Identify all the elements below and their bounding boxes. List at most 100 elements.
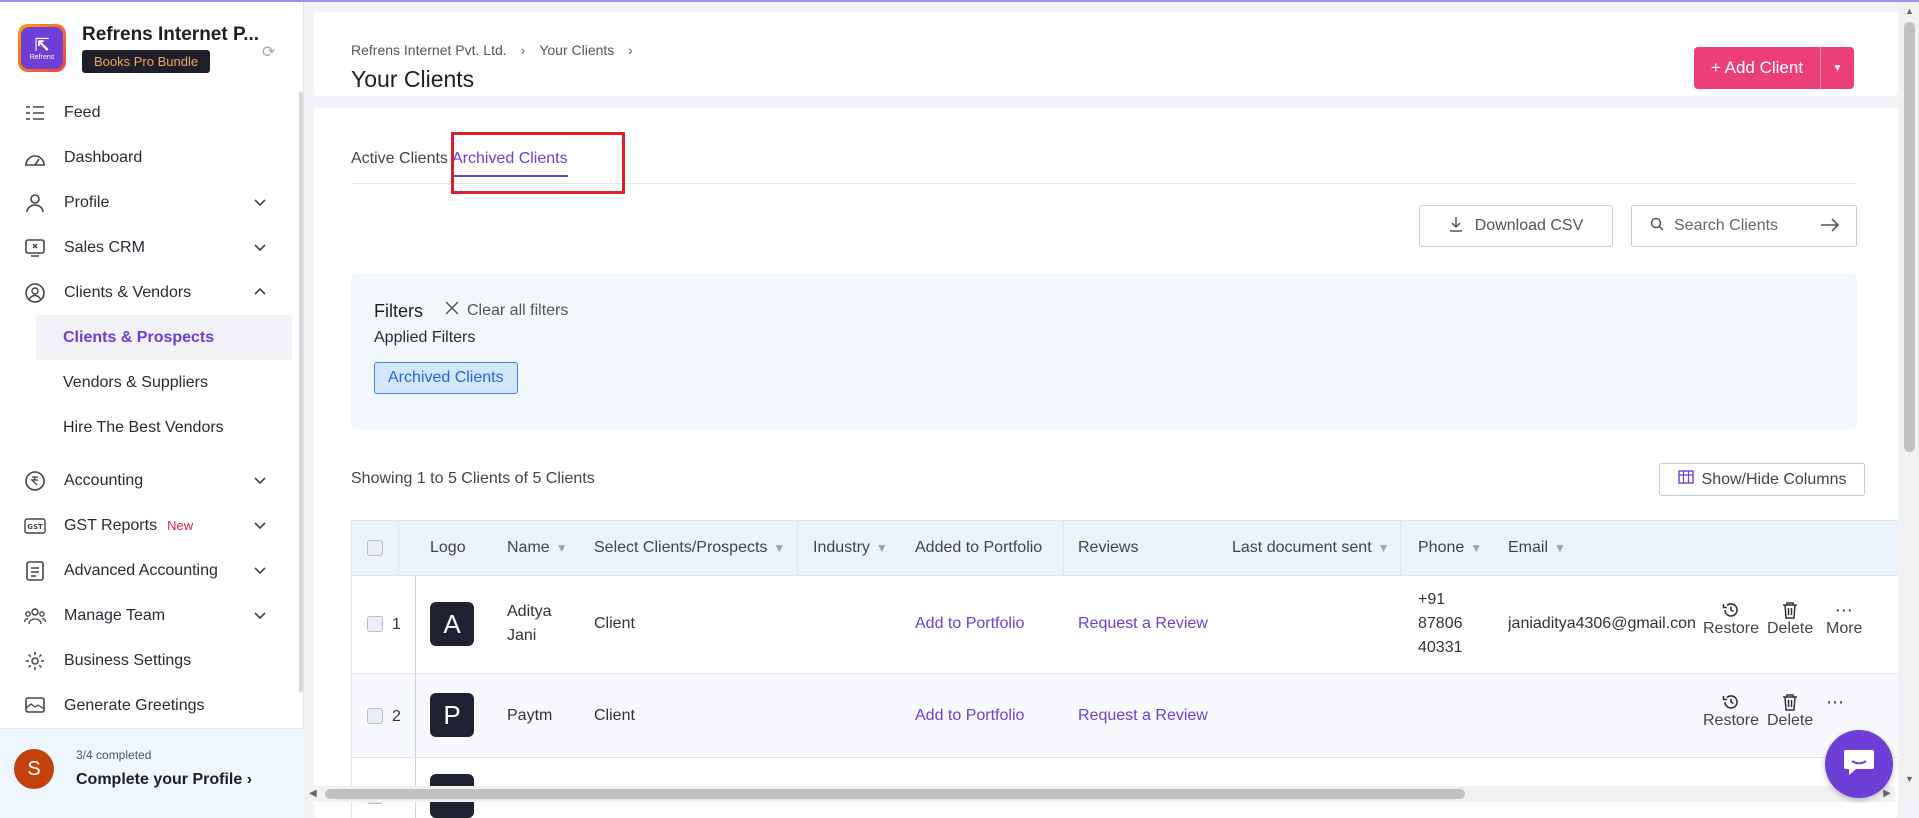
sidebar-item-accounting[interactable]: Accounting <box>0 458 292 503</box>
sidebar-nav: Feed Dashboard Profile Sales CRM Clients… <box>0 90 292 728</box>
sidebar-item-hire-vendors[interactable]: Hire The Best Vendors <box>0 405 292 450</box>
refrens-logo-icon: ⇱ <box>34 34 50 55</box>
gst-icon: GST <box>24 515 46 537</box>
row-checkbox[interactable] <box>367 616 383 632</box>
restore-button[interactable]: Restore <box>1703 600 1759 638</box>
filter-chip-archived[interactable]: Archived Clients <box>374 362 518 394</box>
request-review-link[interactable]: Request a Review <box>1078 612 1208 636</box>
sidebar-scrollbar[interactable] <box>299 92 303 692</box>
column-email[interactable]: Email ▼ <box>1508 539 1566 557</box>
sidebar-item-label: Dashboard <box>64 148 143 166</box>
columns-icon <box>1677 470 1694 489</box>
add-to-portfolio-link[interactable]: Add to Portfolio <box>915 612 1024 636</box>
search-clients-input[interactable]: Search Clients <box>1631 205 1857 247</box>
column-label: Select Clients/Prospects <box>594 539 768 556</box>
client-name-line: Aditya <box>507 603 552 620</box>
scroll-down-icon[interactable]: ▼ <box>1905 774 1914 784</box>
filter-icon[interactable]: ▼ <box>1470 541 1482 555</box>
delete-button[interactable]: Delete <box>1767 600 1813 638</box>
client-name[interactable]: Paytm <box>507 704 552 728</box>
horizontal-scrollbar[interactable]: ◀ ▶ <box>305 786 1895 802</box>
org-switcher[interactable]: ⇱ Refrens Refrens Internet P... Books Pr… <box>18 24 259 73</box>
sidebar-item-dashboard[interactable]: Dashboard <box>0 135 292 180</box>
sidebar-item-advanced-accounting[interactable]: Advanced Accounting <box>0 548 292 593</box>
sidebar-item-manage-team[interactable]: Manage Team <box>0 593 292 638</box>
sidebar-item-vendors-suppliers[interactable]: Vendors & Suppliers <box>0 360 292 405</box>
row-checkbox[interactable] <box>367 708 383 724</box>
add-client-button-group: + Add Client ▼ <box>1694 47 1854 89</box>
table-row[interactable]: 1 A Aditya Jani Client Add to Portfolio … <box>351 576 1898 674</box>
breadcrumb-current[interactable]: Your Clients <box>539 42 614 58</box>
client-type: Client <box>594 707 635 724</box>
sidebar: ⇱ Refrens Refrens Internet P... Books Pr… <box>0 2 304 818</box>
column-phone[interactable]: Phone ▼ <box>1418 539 1482 557</box>
download-csv-button[interactable]: Download CSV <box>1419 205 1613 247</box>
filter-icon[interactable]: ▼ <box>1378 541 1390 555</box>
filter-icon[interactable]: ▼ <box>773 541 785 555</box>
client-name[interactable]: Aditya Jani <box>507 600 551 648</box>
table-row[interactable]: 2 P Paytm Client Add to Portfolio Reques… <box>351 674 1898 758</box>
add-client-button[interactable]: + Add Client <box>1694 47 1820 89</box>
show-hide-columns-button[interactable]: Show/Hide Columns <box>1659 463 1865 496</box>
user-icon <box>24 192 46 214</box>
filter-icon[interactable]: ▼ <box>876 541 888 555</box>
column-type[interactable]: Select Clients/Prospects ▼ <box>594 539 785 557</box>
row-number: 2 <box>392 708 401 725</box>
scroll-up-icon[interactable]: ▲ <box>1905 6 1914 16</box>
vertical-scroll-thumb[interactable] <box>1904 22 1915 452</box>
show-hide-columns-label: Show/Hide Columns <box>1701 470 1847 488</box>
horizontal-scroll-thumb[interactable] <box>325 789 1465 799</box>
sidebar-item-generate-greetings[interactable]: Generate Greetings <box>0 683 292 728</box>
filters-panel: Filters Clear all filters Applied Filter… <box>351 273 1857 429</box>
column-label: Added to Portfolio <box>915 539 1043 556</box>
sidebar-item-label: Accounting <box>64 471 144 489</box>
showing-count: Showing 1 to 5 Clients of 5 Clients <box>351 470 595 487</box>
filter-icon[interactable]: ▼ <box>556 541 568 555</box>
vertical-scrollbar[interactable]: ▲ ▼ <box>1900 2 1919 802</box>
complete-profile-card[interactable]: S 3/4 completed Complete your Profile › <box>0 728 304 818</box>
tab-active-clients[interactable]: Active Clients <box>351 150 448 168</box>
rupee-icon <box>24 470 46 492</box>
sidebar-item-sales-crm[interactable]: Sales CRM <box>0 225 292 270</box>
sidebar-item-clients-vendors[interactable]: Clients & Vendors <box>0 270 292 315</box>
select-all-checkbox[interactable] <box>367 540 383 556</box>
chevron-down-icon <box>254 567 266 575</box>
document-icon <box>24 560 46 582</box>
sync-icon[interactable]: ⟳ <box>262 42 275 62</box>
search-icon <box>1650 217 1664 236</box>
column-name[interactable]: Name ▼ <box>507 539 568 557</box>
column-label: Last document sent <box>1232 539 1372 556</box>
clear-all-filters-button[interactable]: Clear all filters <box>445 301 568 320</box>
request-review-link[interactable]: Request a Review <box>1078 704 1208 728</box>
more-button[interactable]: ⋯ <box>1826 692 1845 712</box>
column-last-document[interactable]: Last document sent ▼ <box>1232 539 1390 557</box>
sidebar-item-label: Advanced Accounting <box>64 561 218 579</box>
sidebar-item-profile[interactable]: Profile <box>0 180 292 225</box>
scroll-right-icon[interactable]: ▶ <box>1883 788 1891 799</box>
add-client-dropdown-button[interactable]: ▼ <box>1820 47 1854 89</box>
chat-support-button[interactable] <box>1825 730 1893 798</box>
breadcrumb-org[interactable]: Refrens Internet Pvt. Ltd. <box>351 42 507 58</box>
more-button[interactable]: ⋯ More <box>1826 600 1862 638</box>
sidebar-item-business-settings[interactable]: Business Settings <box>0 638 292 683</box>
org-logo: ⇱ Refrens <box>18 24 66 72</box>
sidebar-item-gst-reports[interactable]: GST GST Reports New <box>0 503 292 548</box>
arrow-right-icon[interactable] <box>1820 217 1840 238</box>
scroll-left-icon[interactable]: ◀ <box>309 788 317 799</box>
column-industry[interactable]: Industry ▼ <box>813 539 888 557</box>
add-to-portfolio-link[interactable]: Add to Portfolio <box>915 704 1024 728</box>
sidebar-item-feed[interactable]: Feed <box>0 90 292 135</box>
filter-icon[interactable]: ▼ <box>1554 541 1566 555</box>
chevron-up-icon <box>254 287 266 295</box>
delete-button[interactable]: Delete <box>1767 692 1813 730</box>
team-icon <box>24 605 46 627</box>
phone-line: +91 <box>1418 591 1446 608</box>
complete-profile-link[interactable]: Complete your Profile › <box>76 771 252 789</box>
filters-title: Filters <box>374 301 423 321</box>
sidebar-item-clients-prospects[interactable]: Clients & Prospects <box>36 315 292 360</box>
more-horizontal-icon: ⋯ <box>1826 691 1845 712</box>
trash-icon <box>1782 600 1798 620</box>
restore-button[interactable]: Restore <box>1703 692 1759 730</box>
avatar[interactable]: S <box>14 749 54 789</box>
phone-line: 87806 <box>1418 615 1463 632</box>
